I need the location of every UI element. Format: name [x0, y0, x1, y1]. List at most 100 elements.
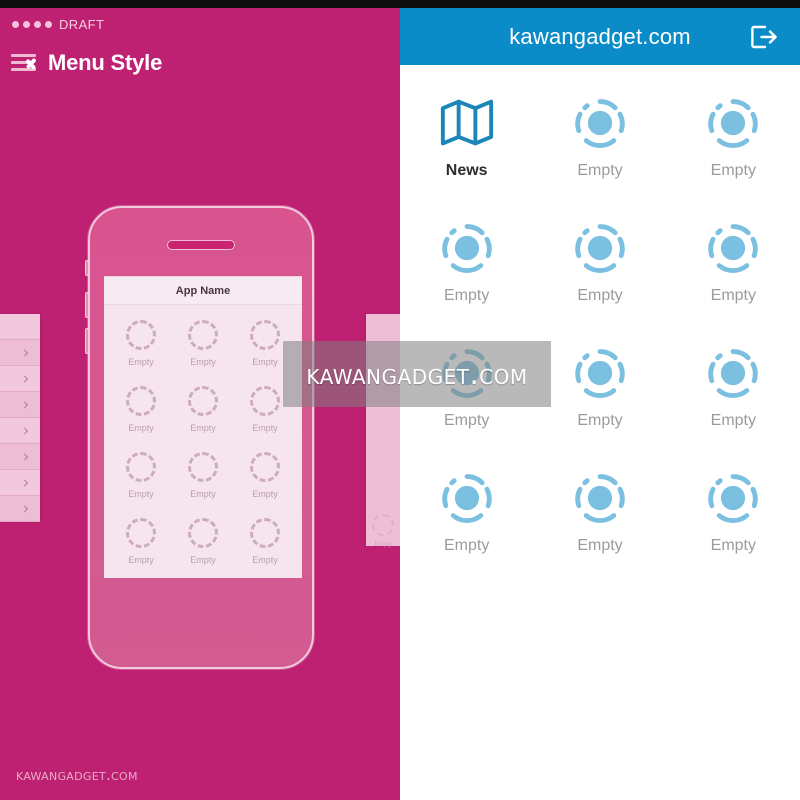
dashed-ring-icon: [126, 518, 156, 548]
dashed-ring-icon: [250, 452, 280, 482]
draft-label: DRAFT: [59, 16, 105, 32]
page-title: Menu Style: [48, 50, 163, 75]
map-icon: [436, 92, 498, 154]
builder-status-row: DRAFT: [12, 15, 104, 33]
preview-status-bar-black: [400, 0, 800, 8]
menu-item-label: Empty: [443, 412, 490, 429]
phone-cell-label: Empty: [190, 489, 216, 499]
menu-item-empty[interactable]: Empty: [400, 203, 533, 328]
chevron-right-icon: [20, 374, 29, 383]
empty-placeholder-icon: [436, 467, 498, 529]
dashed-ring-icon: [126, 452, 156, 482]
menu-item-empty[interactable]: Empty: [400, 453, 533, 578]
preview-app-header: kawangadget.com: [400, 8, 800, 65]
phone-cell-label: Empty: [190, 357, 216, 367]
phone-grid-cell[interactable]: Empty: [234, 314, 296, 380]
empty-placeholder-icon: [372, 514, 394, 536]
dashed-ring-icon: [188, 518, 218, 548]
edge-list-item[interactable]: [0, 470, 40, 496]
phone-earpiece-speaker: [167, 240, 235, 250]
preview-menu-grid: News Empty Empty Empty Empty Empty Empty…: [400, 78, 800, 578]
menu-item-empty[interactable]: Empty: [400, 328, 533, 453]
phone-grid-cell[interactable]: Empty: [172, 314, 234, 380]
app-root: DRAFT Menu Style Empty App Name Empty Em…: [0, 0, 800, 800]
menu-item-label: Empty: [443, 287, 490, 304]
builder-watermark: kawangadget.com: [16, 766, 138, 784]
dashed-ring-icon: [250, 518, 280, 548]
dashed-ring-icon: [188, 320, 218, 350]
empty-placeholder-icon: [702, 342, 764, 404]
menu-item-empty[interactable]: Empty: [533, 328, 666, 453]
builder-status-bar-black: [0, 0, 400, 8]
phone-volume-up-button: [85, 292, 89, 318]
chevron-right-icon: [20, 452, 29, 461]
menu-item-label: Empty: [710, 412, 756, 429]
phone-menu-grid: Empty Empty Empty Empty Empty Empty Empt…: [104, 305, 302, 582]
menu-item-empty[interactable]: Empty: [667, 328, 800, 453]
phone-grid-cell[interactable]: Empty: [172, 380, 234, 446]
menu-item-label: Empty: [577, 162, 623, 179]
menu-item-label: Empty: [577, 412, 623, 429]
preview-panel: kawangadget.com News Empty Empty Empty E…: [400, 0, 800, 800]
phone-grid-cell[interactable]: Empty: [172, 512, 234, 578]
menu-item-empty[interactable]: Empty: [667, 203, 800, 328]
menu-item-empty[interactable]: Empty: [533, 78, 666, 203]
empty-placeholder-icon: [569, 467, 631, 529]
edge-list-item[interactable]: [0, 496, 40, 522]
menu-item-label: Empty: [577, 537, 623, 554]
phone-cell-label: Empty: [252, 357, 278, 367]
menu-item-empty[interactable]: Empty: [667, 78, 800, 203]
empty-placeholder-icon: [569, 342, 631, 404]
dashed-ring-icon: [250, 320, 280, 350]
phone-grid-cell[interactable]: Empty: [234, 446, 296, 512]
side-strip-label: Empty: [374, 542, 392, 548]
empty-placeholder-icon: [702, 217, 764, 279]
menu-item-news[interactable]: News: [400, 78, 533, 203]
chevron-right-icon: [20, 478, 29, 487]
menu-item-empty[interactable]: Empty: [533, 203, 666, 328]
phone-cell-label: Empty: [252, 423, 278, 433]
menu-item-empty[interactable]: Empty: [667, 453, 800, 578]
menu-item-empty[interactable]: Empty: [533, 453, 666, 578]
hamburger-back-icon[interactable]: [10, 50, 46, 76]
empty-placeholder-icon: [702, 92, 764, 154]
phone-cell-label: Empty: [252, 489, 278, 499]
edge-list-item[interactable]: [0, 340, 40, 366]
phone-cell-label: Empty: [128, 357, 154, 367]
app-header-title: kawangadget.com: [509, 23, 691, 49]
menu-item-label: Empty: [577, 287, 623, 304]
edge-list-item[interactable]: [0, 392, 40, 418]
builder-nav-bar: Menu Style: [10, 46, 162, 80]
phone-grid-cell[interactable]: Empty: [110, 512, 172, 578]
builder-side-strip[interactable]: Empty: [366, 314, 400, 548]
phone-grid-cell[interactable]: Empty: [110, 380, 172, 446]
edge-list-item[interactable]: [0, 418, 40, 444]
phone-grid-cell[interactable]: Empty: [234, 512, 296, 578]
menu-item-label: Empty: [710, 162, 756, 179]
phone-cell-label: Empty: [128, 423, 154, 433]
empty-placeholder-icon: [569, 92, 631, 154]
empty-placeholder-icon: [702, 467, 764, 529]
phone-grid-cell[interactable]: Empty: [110, 314, 172, 380]
empty-placeholder-icon: [436, 342, 498, 404]
edge-list-item[interactable]: [0, 314, 40, 340]
edge-list-item[interactable]: [0, 444, 40, 470]
phone-cell-label: Empty: [128, 489, 154, 499]
phone-silent-switch: [85, 260, 89, 276]
edge-list-item[interactable]: [0, 366, 40, 392]
phone-grid-cell[interactable]: Empty: [234, 380, 296, 446]
empty-placeholder-icon: [436, 217, 498, 279]
phone-grid-cell[interactable]: Empty: [172, 446, 234, 512]
phone-screen: App Name Empty Empty Empty Empty Empty E…: [104, 276, 302, 578]
dashed-ring-icon: [250, 386, 280, 416]
chevron-right-icon: [20, 400, 29, 409]
phone-mockup: App Name Empty Empty Empty Empty Empty E…: [85, 206, 314, 669]
builder-panel: DRAFT Menu Style Empty App Name Empty Em…: [0, 0, 400, 800]
phone-cell-label: Empty: [190, 423, 216, 433]
phone-grid-cell[interactable]: Empty: [110, 446, 172, 512]
logout-icon[interactable]: [750, 24, 778, 50]
signal-dots-icon: [12, 20, 52, 28]
chevron-right-icon: [20, 426, 29, 435]
dashed-ring-icon: [188, 452, 218, 482]
chevron-right-icon: [20, 348, 29, 357]
